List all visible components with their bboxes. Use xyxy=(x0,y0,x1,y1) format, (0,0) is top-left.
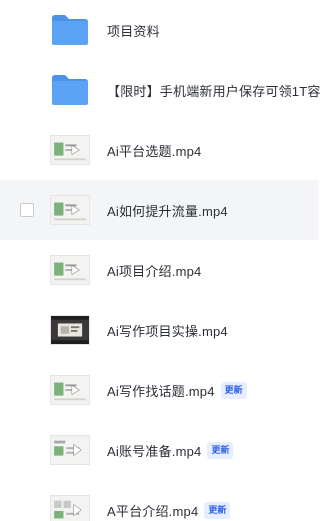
video-thumbnail-icon xyxy=(50,135,90,165)
file-name[interactable]: Ai写作找话题.mp4 xyxy=(107,381,215,400)
file-row-video[interactable]: Ai账号准备.mp4 更新 xyxy=(0,420,319,480)
file-list: 项目资料 【限时】手机端新用户保存可领1T容量 Ai平台选题.mp4 Ai如何提… xyxy=(0,0,320,521)
video-thumbnail-icon xyxy=(50,495,90,521)
video-thumbnail-icon xyxy=(50,435,90,465)
row-checkbox[interactable] xyxy=(20,203,34,217)
file-row-video[interactable]: Ai写作项目实操.mp4 xyxy=(0,300,319,360)
folder-icon xyxy=(52,75,88,105)
file-row-video[interactable]: Ai写作找话题.mp4 更新 xyxy=(0,360,319,420)
file-row-folder-project-materials[interactable]: 项目资料 xyxy=(0,0,319,60)
video-thumbnail-icon xyxy=(50,255,90,285)
update-badge: 更新 xyxy=(204,501,231,519)
file-name[interactable]: 项目资料 xyxy=(107,21,160,40)
file-name[interactable]: Ai项目介绍.mp4 xyxy=(107,261,201,280)
file-row-video-hovered[interactable]: Ai如何提升流量.mp4 xyxy=(0,180,319,240)
video-thumbnail-icon xyxy=(50,195,90,225)
update-badge: 更新 xyxy=(220,381,247,399)
file-row-video[interactable]: Ai平台选题.mp4 xyxy=(0,120,319,180)
file-name[interactable]: Ai账号准备.mp4 xyxy=(107,441,201,460)
file-row-video[interactable]: Ai项目介绍.mp4 xyxy=(0,240,319,300)
file-name[interactable]: 【限时】手机端新用户保存可领1T容量 xyxy=(107,81,320,100)
update-badge: 更新 xyxy=(207,441,234,459)
video-thumbnail-icon xyxy=(50,315,90,345)
file-name[interactable]: A平台介绍.mp4 xyxy=(107,501,198,520)
file-name[interactable]: Ai如何提升流量.mp4 xyxy=(107,201,228,220)
file-row-folder-promo[interactable]: 【限时】手机端新用户保存可领1T容量 xyxy=(0,60,320,120)
file-row-video[interactable]: A平台介绍.mp4 更新 xyxy=(0,480,319,521)
file-name[interactable]: Ai写作项目实操.mp4 xyxy=(107,321,228,340)
folder-icon xyxy=(52,15,88,45)
file-name[interactable]: Ai平台选题.mp4 xyxy=(107,141,201,160)
video-thumbnail-icon xyxy=(50,375,90,405)
